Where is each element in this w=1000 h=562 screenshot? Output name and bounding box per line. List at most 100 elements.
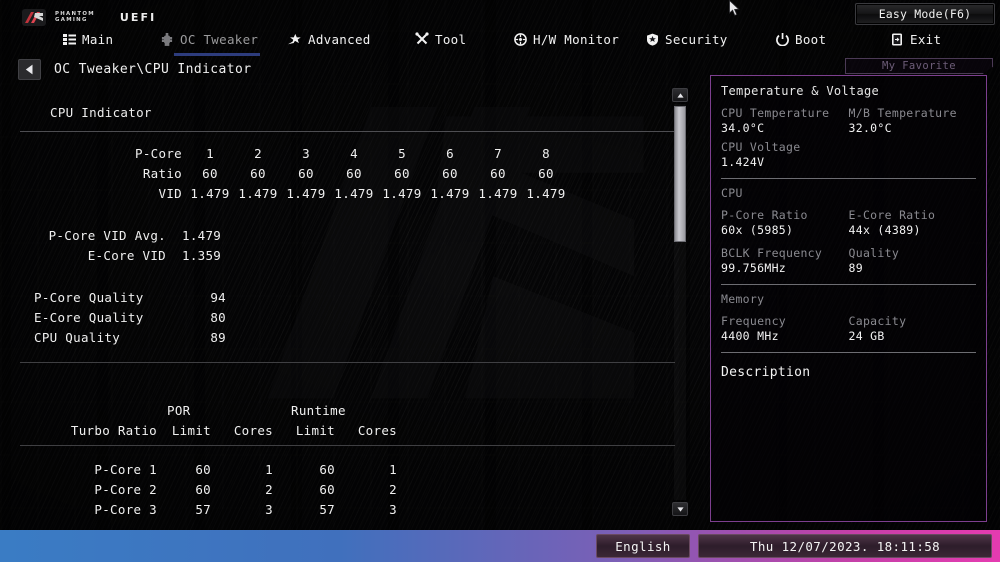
shield-icon: [645, 32, 659, 46]
memory-capacity-value: 24 GB: [848, 329, 885, 343]
tab-oc-tweaker[interactable]: OC Tweaker: [160, 27, 261, 56]
cell: 60: [538, 166, 554, 181]
cpu-voltage-label: CPU Voltage: [721, 140, 801, 154]
cell: 2: [254, 146, 262, 161]
pcore-ratio-label: P-Core Ratio: [721, 208, 808, 222]
top-bar: PHANTOM GAMING UEFI Easy Mode(F6) Main O…: [0, 0, 1000, 74]
por-limit-col-label: Limit: [171, 423, 211, 438]
easy-mode-button[interactable]: Easy Mode(F6): [855, 3, 995, 25]
list-item: E-Core Quality 80: [20, 308, 675, 328]
turbo-row-name: P-Core 3: [94, 502, 157, 517]
chip-icon: [160, 32, 174, 46]
memory-frequency-value: 4400 MHz: [721, 329, 779, 343]
cell: 1.479: [190, 186, 230, 201]
table-row: P-Core 1 2 3 4 5 6 7 8: [20, 144, 675, 164]
tab-main[interactable]: Main: [62, 27, 113, 53]
star-icon: [288, 32, 302, 46]
my-favorite-button[interactable]: My Favorite: [845, 58, 993, 74]
cell: 1.479: [334, 186, 374, 201]
cell: 1: [265, 462, 273, 477]
divider: [20, 445, 675, 446]
bclk-frequency-value: 99.756MHz: [721, 261, 787, 275]
exit-icon: [890, 32, 904, 46]
tools-icon: [415, 32, 429, 46]
cell: 60: [195, 482, 211, 497]
list-item: CPU Quality 89: [20, 328, 675, 348]
vid-avg-value: 1.479: [182, 228, 222, 243]
cell: 3: [302, 146, 310, 161]
tab-hw-monitor-label: H/W Monitor: [533, 31, 620, 47]
scroll-down-icon[interactable]: [672, 502, 688, 516]
ecore-vid-label: E-Core VID: [87, 248, 166, 263]
rt-cores-col-label: Cores: [357, 423, 397, 438]
language-button[interactable]: English: [596, 534, 690, 558]
datetime-button[interactable]: Thu 12/07/2023. 18:11:58: [698, 534, 992, 558]
divider: [20, 131, 675, 132]
tab-oc-tweaker-label: OC Tweaker: [180, 31, 259, 47]
divider: [721, 284, 976, 285]
tab-boot[interactable]: Boot: [775, 27, 826, 53]
turbo-ratio-col-label: Turbo Ratio: [70, 423, 157, 438]
turbo-ratio-table: POR Runtime Turbo Ratio Limit Cores Limi…: [20, 401, 675, 518]
scroll-up-icon[interactable]: [672, 88, 688, 102]
mouse-cursor-icon: [729, 0, 741, 18]
cell: 2: [265, 482, 273, 497]
table-row: P-Core 2 60 2 60 2: [20, 480, 675, 500]
cell: 3: [265, 502, 273, 517]
cell: 60: [298, 166, 314, 181]
sidebar-title: Temperature & Voltage: [721, 84, 880, 98]
cell: 5: [398, 146, 406, 161]
list-item: P-Core VID Avg. 1.479: [20, 226, 675, 246]
cpu-quality-label: CPU Quality: [34, 330, 121, 345]
list-item: E-Core VID 1.359: [20, 246, 675, 266]
rt-limit-col-label: Limit: [295, 423, 335, 438]
cell: 1.479: [478, 186, 518, 201]
divider: [20, 362, 675, 363]
tab-security-label: Security: [665, 31, 728, 47]
tab-tool[interactable]: Tool: [415, 27, 466, 53]
section-title: CPU Indicator: [50, 105, 152, 120]
core-row-label: VID: [158, 186, 182, 201]
cell: 60: [394, 166, 410, 181]
scrollbar-thumb[interactable]: [674, 106, 686, 242]
ecore-quality-label: E-Core Quality: [34, 310, 144, 325]
breadcrumb: OC Tweaker\CPU Indicator: [18, 59, 251, 80]
cell: 60: [319, 482, 335, 497]
tab-exit[interactable]: Exit: [890, 27, 941, 53]
quality-summary: P-Core Quality 94 E-Core Quality 80 CPU …: [20, 288, 675, 348]
vertical-scrollbar[interactable]: [672, 88, 688, 516]
cpu-quality-value: 89: [210, 330, 226, 345]
brand-line-2: GAMING: [55, 16, 88, 23]
cpu-temperature-label: CPU Temperature: [721, 106, 830, 120]
tab-security[interactable]: Security: [645, 27, 728, 53]
cell: 60: [250, 166, 266, 181]
cell: 1.479: [526, 186, 566, 201]
cpu-voltage-value: 1.424V: [721, 155, 765, 169]
vid-summary: P-Core VID Avg. 1.479 E-Core VID 1.359: [20, 226, 675, 266]
cell: 57: [195, 502, 211, 517]
cell: 60: [346, 166, 362, 181]
mb-temperature-label: M/B Temperature: [848, 106, 957, 120]
pcore-ratio-value: 60x (5985): [721, 223, 794, 237]
cell: 1.479: [286, 186, 326, 201]
phantom-gaming-logo-icon: [22, 9, 46, 26]
description-title: Description: [721, 365, 811, 380]
pcore-quality-value: 94: [210, 290, 226, 305]
breadcrumb-path: OC Tweaker\CPU Indicator: [54, 62, 252, 77]
core-row-label: Ratio: [142, 166, 182, 181]
status-bar: English Thu 12/07/2023. 18:11:58: [0, 530, 1000, 562]
tab-advanced[interactable]: Advanced: [288, 27, 371, 53]
back-arrow-icon[interactable]: [18, 59, 41, 80]
cpu-temperature-value: 34.0°C: [721, 121, 765, 135]
tab-main-label: Main: [82, 31, 114, 47]
ecore-quality-value: 80: [210, 310, 226, 325]
cell: 60: [195, 462, 211, 477]
vid-avg-label: P-Core VID Avg.: [48, 228, 166, 243]
tab-advanced-label: Advanced: [308, 31, 371, 47]
cell: 3: [389, 502, 397, 517]
cell: 60: [490, 166, 506, 181]
tab-hw-monitor[interactable]: H/W Monitor: [513, 27, 619, 53]
divider: [721, 178, 976, 179]
